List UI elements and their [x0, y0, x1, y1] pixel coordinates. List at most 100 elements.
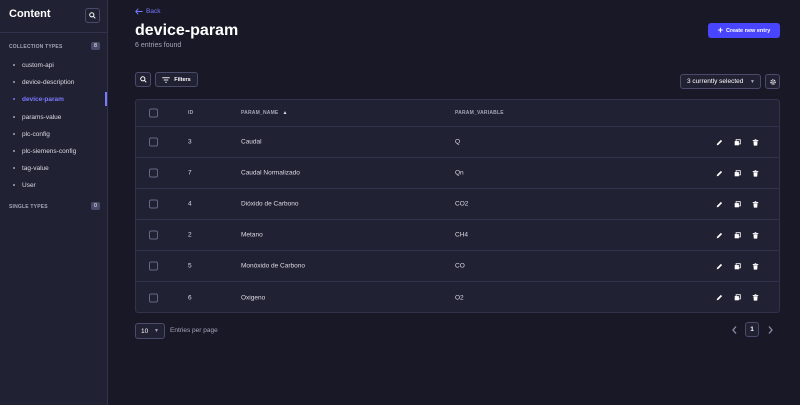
row-actions [714, 293, 760, 303]
columns-select[interactable]: 3 currently selected ▼ [680, 74, 761, 89]
bullet-icon [13, 81, 15, 83]
sidebar-item-params-value[interactable]: params-value [0, 110, 107, 124]
previous-page-button[interactable] [729, 324, 739, 336]
sidebar-item-device-param[interactable]: device-param [0, 92, 107, 106]
filter-icon [162, 76, 170, 83]
cell-id: 7 [188, 169, 192, 177]
table-header-row: ID PARAM_NAME ▲ PARAM_VARIABLE [136, 100, 779, 127]
cell-id: 5 [188, 262, 192, 270]
page-1-button[interactable]: 1 [745, 322, 759, 337]
column-header-id[interactable]: ID [188, 110, 193, 116]
filters-button[interactable]: Filters [155, 72, 198, 87]
sidebar-item-label: device-param [22, 95, 64, 103]
edit-icon[interactable] [714, 261, 724, 271]
sidebar-item-label: User [22, 181, 36, 189]
sidebar-item-label: plc-config [22, 130, 50, 138]
duplicate-icon[interactable] [732, 261, 742, 271]
arrow-left-icon [135, 8, 143, 15]
back-link[interactable]: Back [135, 8, 160, 15]
trash-icon[interactable] [750, 261, 760, 271]
cell-param-variable: CO2 [455, 200, 469, 208]
bullet-icon [13, 150, 15, 152]
sidebar-item-user[interactable]: User [0, 178, 107, 192]
table-row[interactable]: 4 Dióxido de Carbono CO2 [136, 189, 779, 220]
column-header-param-name[interactable]: PARAM_NAME ▲ [241, 110, 288, 116]
sidebar-item-plc-config[interactable]: plc-config [0, 127, 107, 141]
edit-icon[interactable] [714, 137, 724, 147]
sidebar-item-tag-value[interactable]: tag-value [0, 161, 107, 175]
cell-param-name: Dióxido de Carbono [241, 200, 299, 208]
collection-types-label: COLLECTION TYPES [9, 44, 63, 50]
row-actions [714, 230, 760, 240]
single-types-count: 0 [91, 202, 100, 210]
cell-param-name: Caudal [241, 138, 262, 146]
chevron-left-icon [731, 326, 736, 334]
cell-id: 3 [188, 138, 192, 146]
select-all-checkbox[interactable] [149, 108, 158, 118]
table-row[interactable]: 7 Caudal Normalizado Qn [136, 158, 779, 189]
duplicate-icon[interactable] [732, 199, 742, 209]
edit-icon[interactable] [714, 293, 724, 303]
bullet-icon [13, 116, 15, 118]
trash-icon[interactable] [750, 199, 760, 209]
cell-param-variable: Q [455, 138, 461, 146]
duplicate-icon[interactable] [732, 230, 742, 240]
plus-icon: + [717, 25, 723, 35]
sidebar-item-label: params-value [22, 113, 62, 121]
table-row[interactable]: 3 Caudal Q [136, 127, 779, 158]
per-page-label: Entries per page [170, 327, 218, 334]
sidebar: Content COLLECTION TYPES 8 custom-api de… [0, 0, 108, 405]
columns-select-value: 3 currently selected [687, 78, 744, 85]
trash-icon[interactable] [750, 168, 760, 178]
row-checkbox[interactable] [149, 168, 158, 178]
sidebar-item-device-description[interactable]: device-description [0, 75, 107, 89]
search-icon [139, 76, 147, 83]
sidebar-item-label: device-description [22, 78, 75, 86]
row-checkbox[interactable] [149, 261, 158, 271]
row-checkbox[interactable] [149, 293, 158, 302]
cell-param-name: Caudal Normalizado [241, 169, 300, 177]
search-icon [89, 12, 96, 19]
edit-icon[interactable] [714, 230, 724, 240]
duplicate-icon[interactable] [732, 137, 742, 147]
cell-param-name: Oxigeno [241, 294, 266, 301]
cell-param-variable: O2 [455, 294, 464, 301]
settings-button[interactable] [765, 74, 780, 89]
search-button[interactable] [135, 72, 151, 87]
cell-param-variable: CH4 [455, 231, 469, 239]
chevron-right-icon [768, 326, 773, 334]
table-row[interactable]: 2 Metano CH4 [136, 220, 779, 251]
row-actions [714, 168, 760, 178]
cell-id: 6 [188, 294, 192, 301]
table-row[interactable]: 5 Monóxido de Carbono CO [136, 251, 779, 282]
cell-id: 2 [188, 231, 192, 239]
back-label: Back [146, 8, 161, 15]
bullet-icon [13, 64, 15, 66]
sidebar-item-label: plc-siemens-config [22, 147, 77, 155]
sidebar-item-plc-siemens-config[interactable]: plc-siemens-config [0, 144, 107, 158]
entries-per-page-select[interactable]: 10 ▼ [135, 323, 165, 339]
duplicate-icon[interactable] [732, 293, 742, 303]
trash-icon[interactable] [750, 293, 760, 303]
edit-icon[interactable] [714, 199, 724, 209]
trash-icon[interactable] [750, 230, 760, 240]
sidebar-item-custom-api[interactable]: custom-api [0, 58, 107, 72]
duplicate-icon[interactable] [732, 168, 742, 178]
table-row[interactable]: 6 Oxigeno O2 [136, 282, 779, 313]
row-actions [714, 137, 760, 147]
row-checkbox[interactable] [149, 199, 158, 209]
create-new-entry-button[interactable]: + Create new entry [708, 23, 780, 38]
page-title: device-param [135, 22, 239, 39]
column-header-param-variable[interactable]: PARAM_VARIABLE [455, 110, 504, 116]
trash-icon[interactable] [750, 137, 760, 147]
single-types-label: SINGLE TYPES [9, 204, 48, 210]
next-page-button[interactable] [765, 324, 775, 336]
sidebar-search-button[interactable] [85, 8, 100, 23]
sidebar-item-label: tag-value [22, 164, 49, 172]
edit-icon[interactable] [714, 168, 724, 178]
sidebar-item-label: custom-api [22, 61, 54, 69]
gear-icon [769, 78, 776, 85]
row-checkbox[interactable] [149, 230, 158, 240]
row-checkbox[interactable] [149, 137, 158, 147]
chevron-down-icon: ▼ [154, 328, 159, 334]
